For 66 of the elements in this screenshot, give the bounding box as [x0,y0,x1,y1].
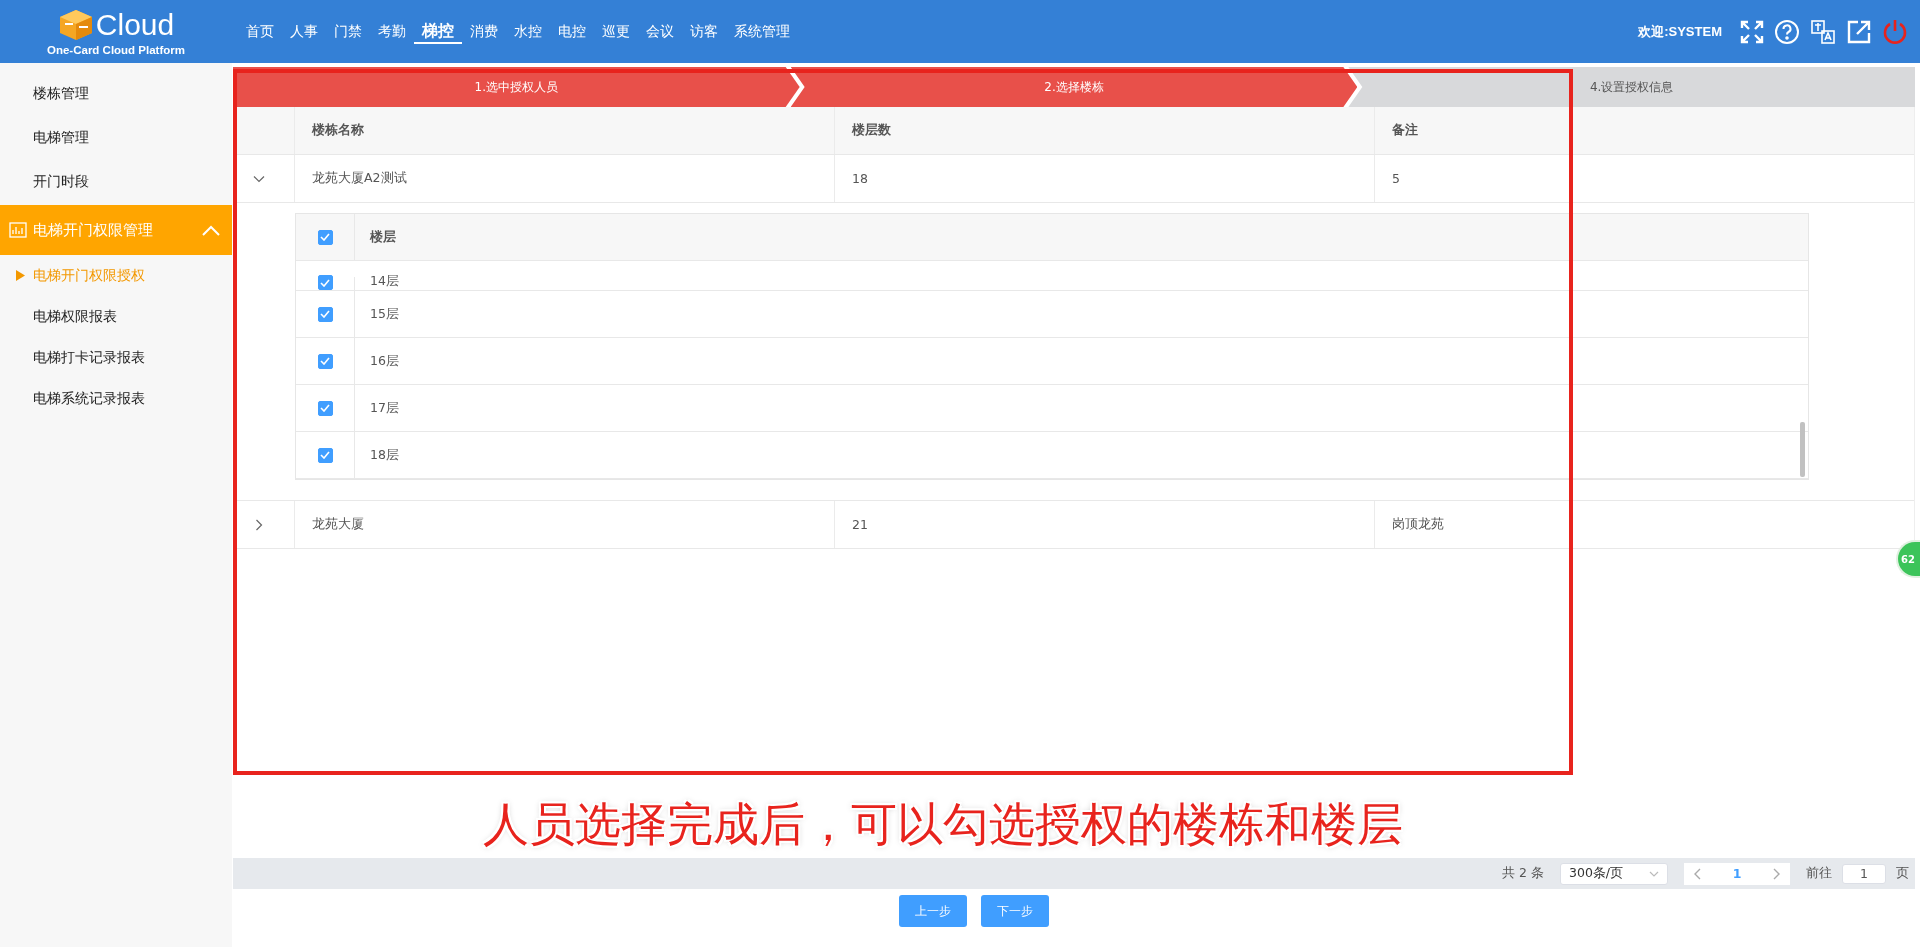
checkbox[interactable] [317,447,333,463]
column-header: 楼层 [368,227,396,246]
table-cell: 龙苑大厦 [294,501,834,548]
sidebar-subitem[interactable]: 电梯权限报表 [0,296,232,337]
triangle-icon [16,270,25,281]
checkbox[interactable] [317,353,333,369]
sidebar-subitem[interactable]: 电梯开门权限授权 [0,255,232,296]
goto-page-field[interactable]: 1 [1842,863,1886,884]
annotation-text: 人员选择完成后，可以勾选授权的楼栋和楼层 [482,796,1404,853]
sidebar-item[interactable]: 电梯管理 [0,115,232,159]
chart-icon [9,222,27,238]
page-unit: 页 [1896,865,1909,882]
nav-tab[interactable]: 消费 [462,19,506,44]
help-icon[interactable] [1774,18,1800,45]
table-cell-text: 16层 [369,351,399,370]
sidebar-subitem[interactable]: 电梯系统记录报表 [0,378,232,419]
nav-tab[interactable]: 水控 [506,19,550,44]
step-button[interactable]: 下一步 [981,895,1049,927]
table-cell-text: 17层 [369,398,399,417]
nav-tab[interactable]: 门禁 [326,19,370,44]
page-size-select[interactable]: 300条/页 [1560,862,1668,885]
checkbox[interactable] [317,400,333,416]
table-cell: 21 [834,501,1374,548]
nav-tab[interactable]: 考勤 [370,19,414,44]
external-link-icon[interactable] [1846,18,1872,45]
sidebar-item[interactable]: 开门时段 [0,159,232,203]
sidebar-subitem[interactable]: 电梯打卡记录报表 [0,337,232,378]
cube-logo-icon [57,8,94,41]
welcome-text: 欢迎:SYSTEM [1638,22,1722,41]
nav-tab[interactable]: 巡更 [594,19,638,44]
table-cell-text: 18层 [369,445,399,464]
table-cell-text: 15层 [369,304,399,323]
power-icon[interactable] [1882,18,1908,45]
nav-tab[interactable]: 首页 [238,19,282,44]
next-page-icon[interactable] [1772,867,1780,880]
nav-tab[interactable]: 访客 [682,19,726,44]
scrollbar[interactable] [1800,422,1805,477]
column-header: 备注 [1374,107,1914,154]
checkbox[interactable] [317,306,333,322]
sidebar-item[interactable]: 楼栋管理 [0,71,232,115]
dropdown-caret-icon [1649,870,1659,877]
table-cell-text: 14层 [369,273,399,290]
prev-page-icon[interactable] [1694,867,1702,880]
table-cell: 18 [834,155,1374,202]
checkbox[interactable] [317,229,333,245]
page-number[interactable]: 1 [1732,866,1742,881]
fullscreen-icon[interactable] [1740,19,1764,44]
column-header: 楼层数 [834,107,1374,154]
goto-label: 前往 [1806,865,1832,882]
sidebar-group-label: 电梯开门权限管理 [33,220,154,240]
logo-subtitle: One-Card Cloud Platform [47,43,185,56]
checkbox[interactable] [317,275,333,290]
table-cell: 5 [1374,155,1914,202]
logo-text: Cloud [95,7,175,42]
nav-tab[interactable]: 人事 [282,19,326,44]
nav-tab[interactable]: 会议 [638,19,682,44]
step: 4.设置授权信息 [1348,67,1915,107]
floating-badge[interactable]: 62 [1896,540,1920,578]
step-button[interactable]: 上一步 [899,895,967,927]
translate-icon[interactable] [1810,18,1836,45]
column-header: 楼栋名称 [294,107,834,154]
nav-tab[interactable]: 梯控 [414,19,462,44]
table-cell: 龙苑大厦A2测试 [294,155,834,202]
nav-tab[interactable]: 电控 [550,19,594,44]
nav-tab[interactable]: 系统管理 [726,19,798,44]
total-count: 共 2 条 [1502,865,1544,882]
